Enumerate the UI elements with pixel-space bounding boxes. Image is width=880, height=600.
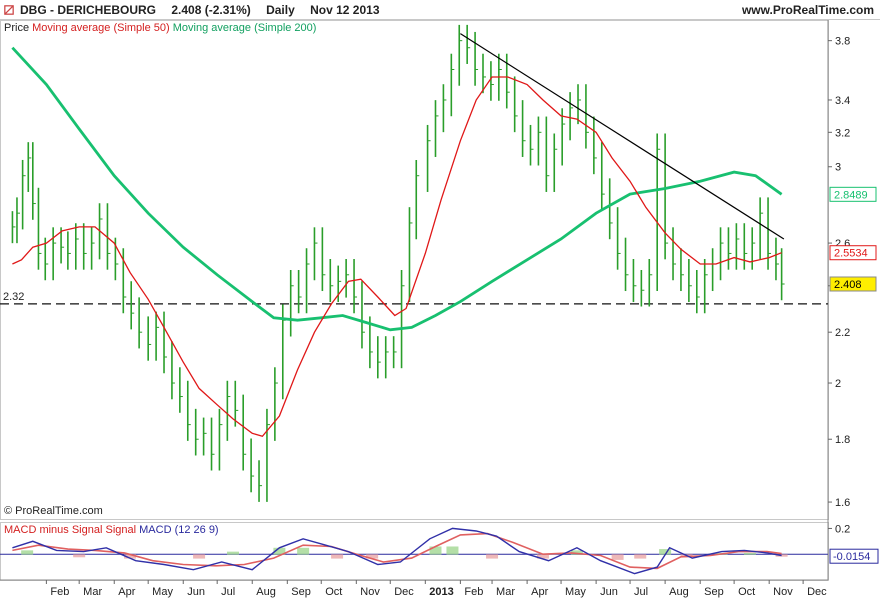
legend-macd: MACD (12 26 9): [139, 524, 219, 536]
x-tick-label: May: [152, 586, 173, 598]
chart-canvas: 1.61.822.22.42.633.23.43.8FebMarAprMayJu…: [0, 20, 879, 598]
y-tick-label: 3.8: [835, 36, 850, 48]
legend-macd-signal: MACD minus Signal Signal: [4, 524, 137, 536]
macd-last-value-label: -0.0154: [833, 551, 870, 563]
x-tick-label: Sep: [704, 586, 724, 598]
y-tick-label: 1.6: [835, 497, 850, 509]
x-tick-label: Dec: [394, 586, 414, 598]
macd-hist-bar: [743, 552, 756, 555]
support-label: 2.32: [3, 291, 24, 303]
x-tick-label: Mar: [496, 586, 515, 598]
x-tick-label: Sep: [291, 586, 311, 598]
macd-hist-bar: [193, 554, 206, 559]
x-tick-label: Jun: [187, 586, 205, 598]
macd-hist-bar: [227, 551, 240, 555]
macd-hist-bar: [634, 554, 647, 559]
y-tick-label: 3.4: [835, 95, 850, 107]
x-tick-label: Feb: [50, 586, 69, 598]
x-tick-label: May: [565, 586, 586, 598]
last-value-label: 2.5534: [834, 248, 868, 260]
resistance-trendline: [460, 33, 785, 240]
price-bars: [11, 24, 785, 502]
macd-hist-bar: [297, 547, 310, 555]
macd-hist-bar: [611, 554, 624, 560]
y-tick-label: 1.8: [835, 434, 850, 446]
y-tick-label: 2: [835, 378, 841, 390]
copyright-text: © ProRealTime.com: [4, 505, 103, 517]
macd-legend: MACD minus Signal Signal MACD (12 26 9): [4, 524, 219, 536]
x-tick-label: Nov: [773, 586, 793, 598]
y-tick-label: 3: [835, 162, 841, 174]
x-tick-label: Aug: [669, 586, 689, 598]
ma200-line: [11, 46, 783, 332]
x-tick-label: Dec: [807, 586, 827, 598]
x-tick-label: Jul: [221, 586, 235, 598]
last-value-label: 2.8489: [834, 189, 868, 201]
x-tick-label: Nov: [360, 586, 380, 598]
macd-hist-bar: [21, 550, 34, 555]
macd-hist-bar: [73, 554, 86, 558]
macd-hist-bar: [331, 554, 344, 559]
macd-y-tick-label: 0.2: [835, 523, 850, 535]
macd-hist-bar: [446, 546, 459, 555]
x-tick-label: Jun: [600, 586, 618, 598]
macd-hist-bar: [486, 554, 499, 559]
x-tick-label: Oct: [325, 586, 342, 598]
x-tick-label: Feb: [464, 586, 483, 598]
last-value-label: 2.408: [834, 279, 862, 291]
x-tick-label: Apr: [531, 586, 548, 598]
y-tick-label: 2.2: [835, 327, 850, 339]
x-tick-label: Jul: [634, 586, 648, 598]
ma50-line: [12, 76, 782, 438]
x-tick-label: Oct: [738, 586, 755, 598]
x-tick-label: 2013: [429, 586, 453, 598]
y-tick-label: 3.2: [835, 127, 850, 139]
x-tick-label: Aug: [256, 586, 276, 598]
x-tick-label: Mar: [83, 586, 102, 598]
x-tick-label: Apr: [118, 586, 135, 598]
